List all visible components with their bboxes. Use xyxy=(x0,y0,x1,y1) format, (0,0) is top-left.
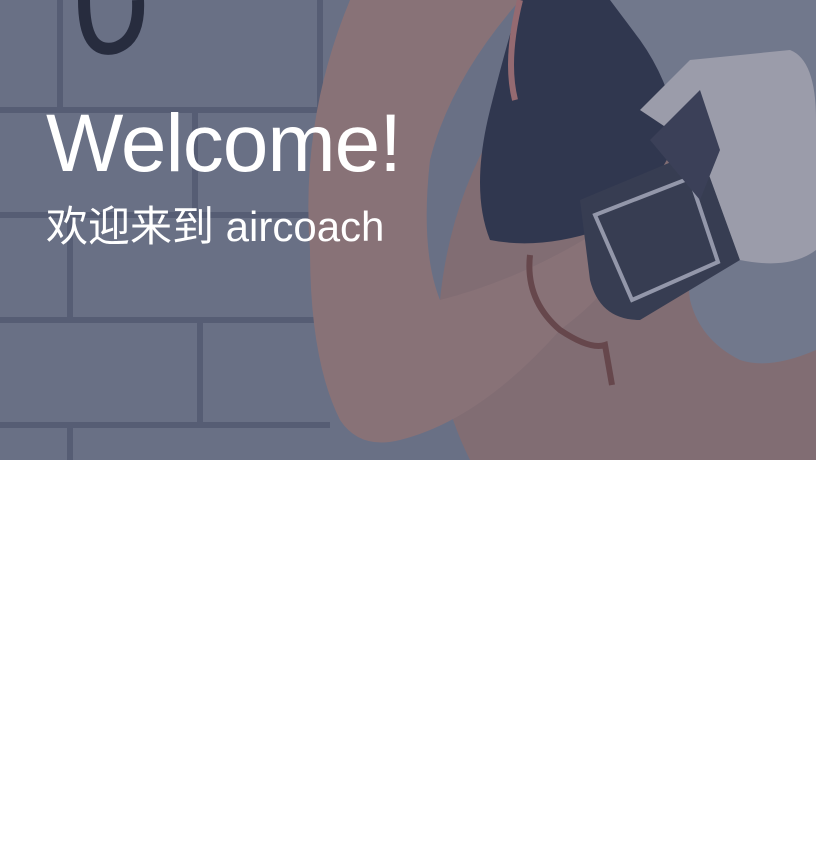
hero-text-block: Welcome! 欢迎来到 aircoach xyxy=(46,96,402,252)
content-area xyxy=(0,460,816,855)
welcome-screen: Welcome! 欢迎来到 aircoach xyxy=(0,0,816,855)
welcome-title: Welcome! xyxy=(46,98,402,189)
welcome-subtitle: 欢迎来到 aircoach xyxy=(46,203,385,250)
hero-banner: Welcome! 欢迎来到 aircoach xyxy=(0,0,816,460)
